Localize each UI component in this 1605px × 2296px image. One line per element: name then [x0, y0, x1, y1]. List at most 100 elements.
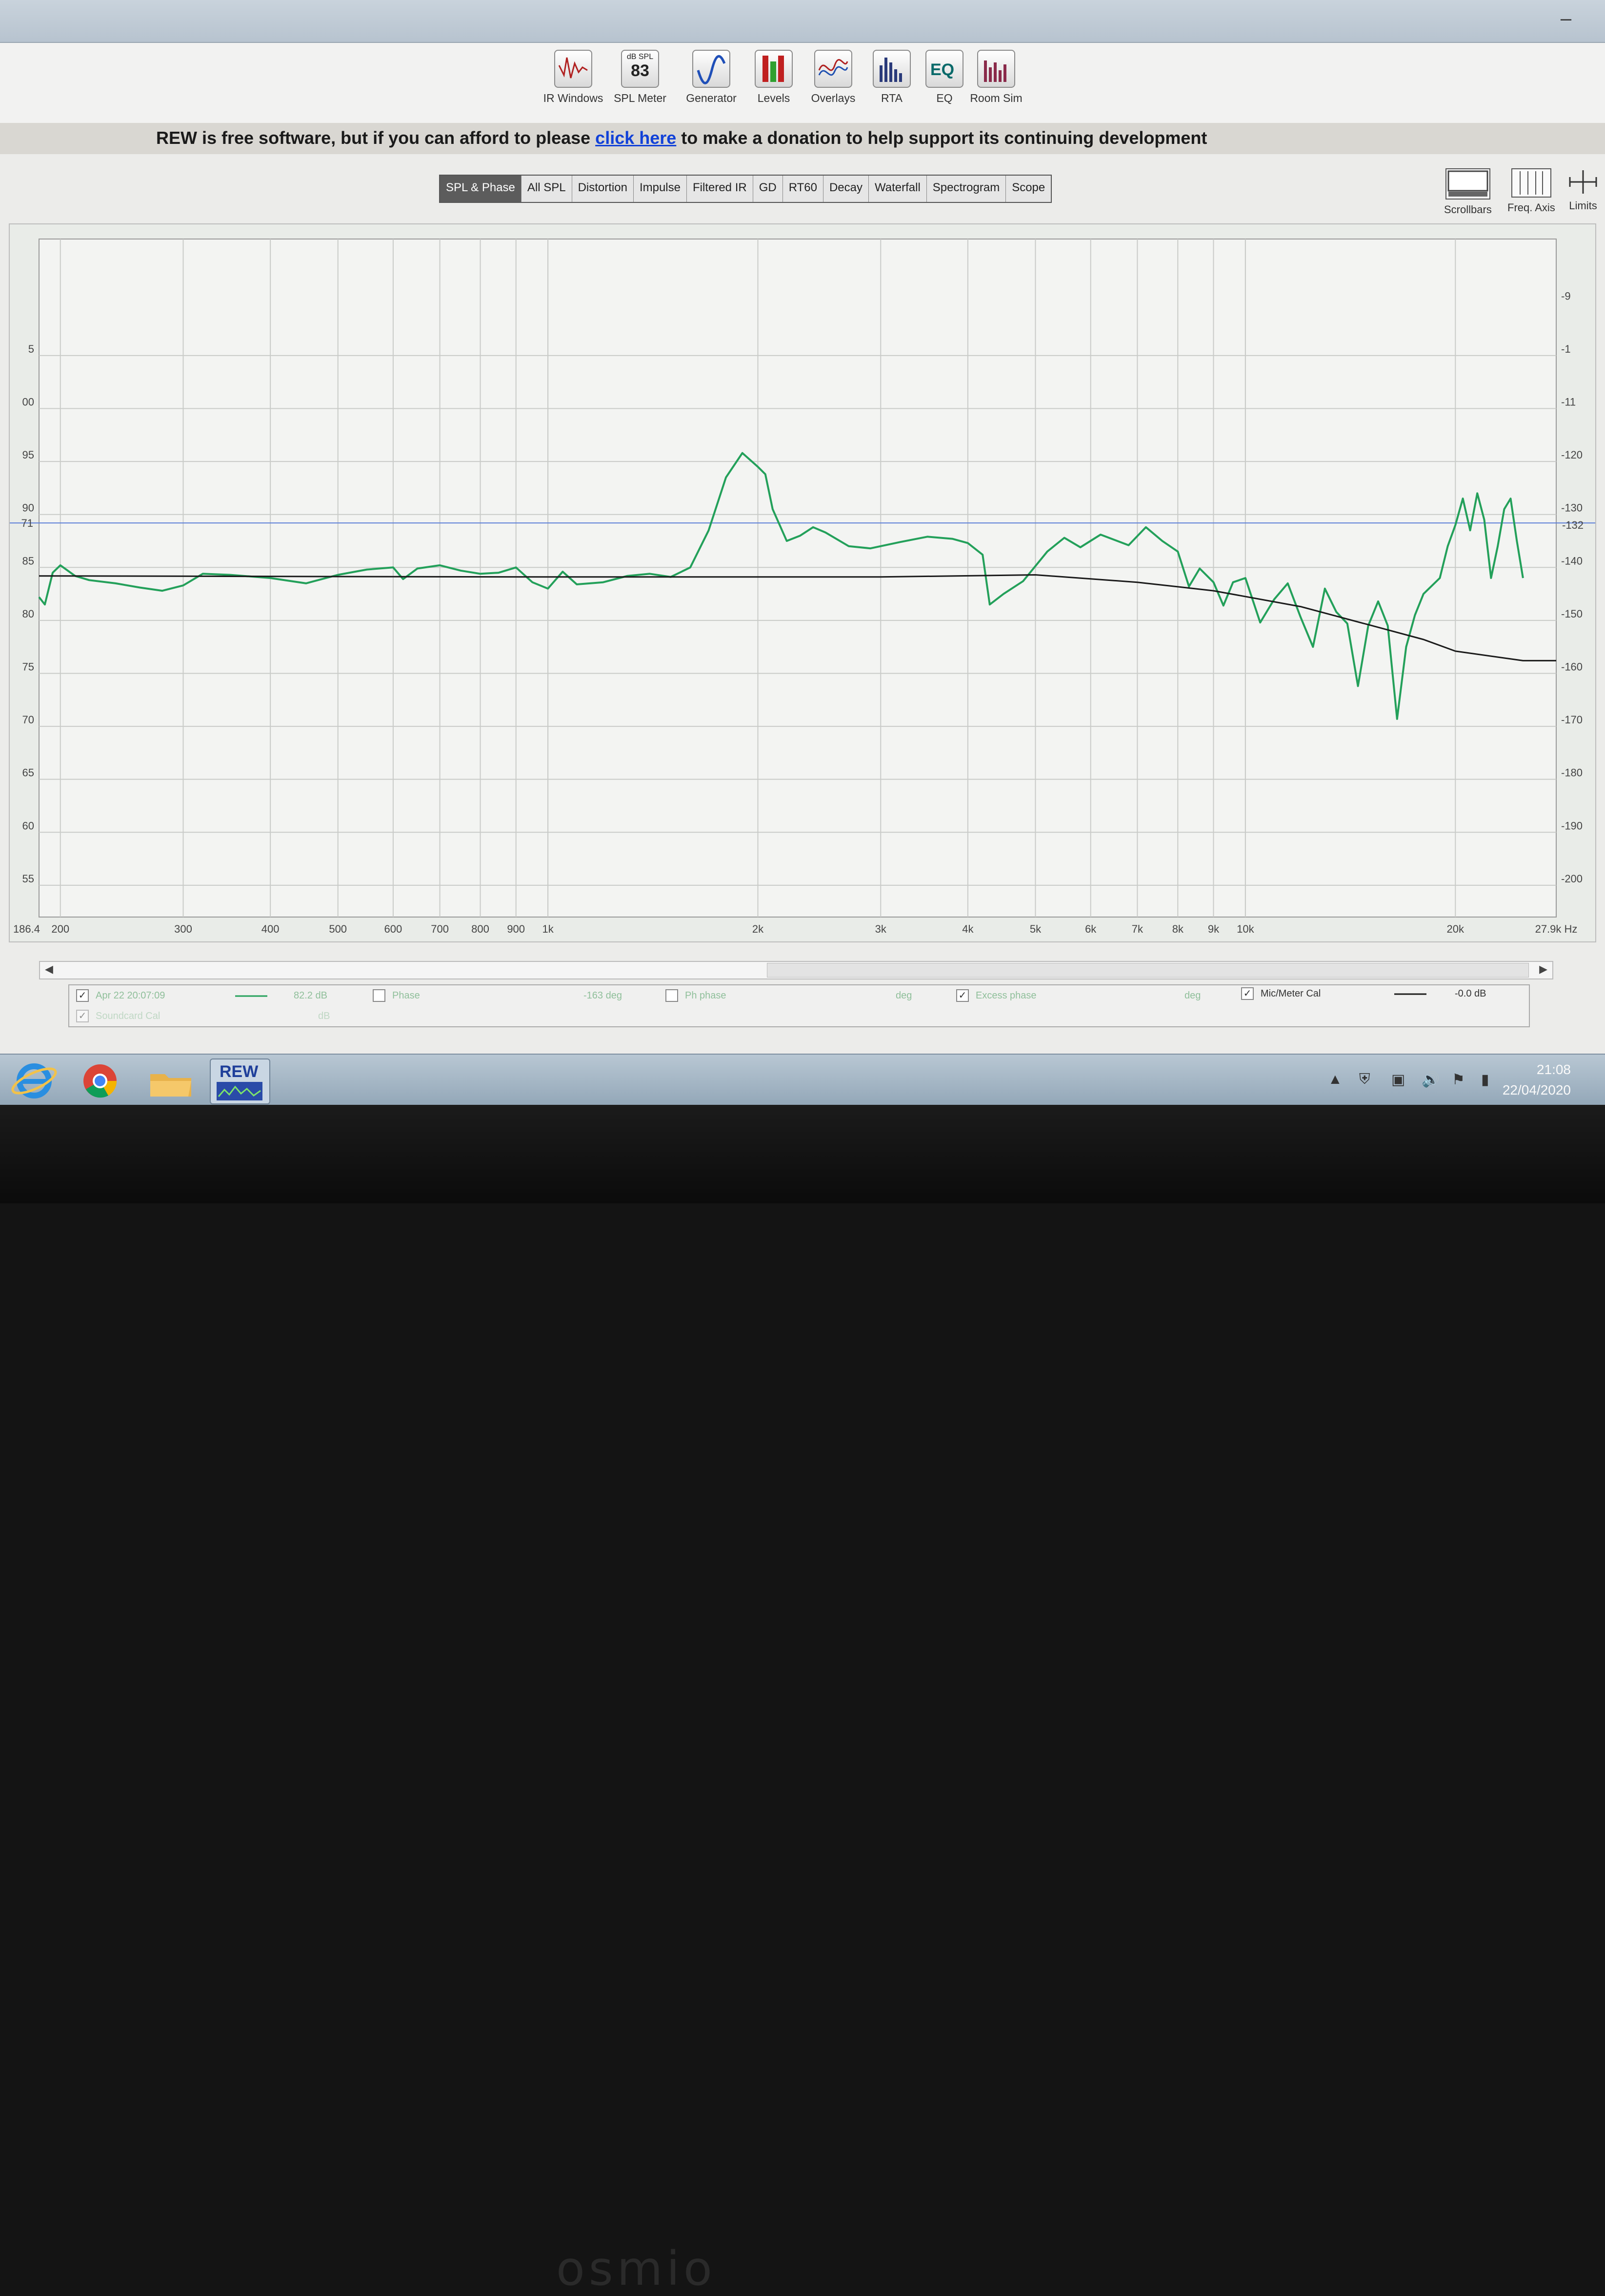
- donation-link[interactable]: click here: [595, 128, 676, 148]
- cursor-level-right: -132: [1562, 519, 1584, 531]
- tray-signal-icon[interactable]: ▮: [1481, 1071, 1489, 1088]
- legend-measurement-name: Apr 22 20:07:09: [96, 990, 165, 1001]
- cursor-level-left: 71: [21, 517, 33, 529]
- scrollbar-thumb[interactable]: [767, 963, 1529, 978]
- x-tick-label: 900: [507, 923, 525, 935]
- legend-check-soundcard-cal[interactable]: ✓: [76, 1010, 89, 1022]
- generator-button[interactable]: Generator: [677, 50, 745, 105]
- x-tick-label: 700: [431, 923, 449, 935]
- tab-filtered-ir[interactable]: Filtered IR: [687, 176, 753, 202]
- y-left-tick-label: 85: [22, 555, 34, 567]
- tab-waterfall[interactable]: Waterfall: [869, 176, 927, 202]
- x-tick-label: 400: [261, 923, 280, 935]
- graph-tabs: SPL & Phase All SPL Distortion Impulse F…: [439, 175, 1052, 203]
- legend-check-mic-cal[interactable]: ✓: [1241, 987, 1254, 1000]
- scroll-right-icon[interactable]: ▶: [1539, 963, 1547, 976]
- overlays-button[interactable]: Overlays: [799, 50, 867, 105]
- y-right-tick-label: -200: [1561, 873, 1583, 885]
- tab-rt60[interactable]: RT60: [783, 176, 823, 202]
- y-right-tick-label: -1: [1561, 343, 1571, 355]
- tab-spectrogram[interactable]: Spectrogram: [927, 176, 1006, 202]
- legend-min-phase-name: Ph phase: [685, 990, 726, 1001]
- minimize-icon[interactable]: –: [1556, 9, 1576, 28]
- freq-axis-label: Freq. Axis: [1507, 201, 1555, 214]
- clock-date: 22/04/2020: [1502, 1082, 1571, 1098]
- legend-soundcard-cal-name: Soundcard Cal: [96, 1011, 160, 1021]
- x-tick-label: 1k: [542, 923, 554, 935]
- tab-distortion[interactable]: Distortion: [572, 176, 634, 202]
- legend-check-excess-phase[interactable]: ✓: [956, 989, 969, 1002]
- room-sim-button[interactable]: Room Sim: [962, 50, 1030, 105]
- y-left-tick-label: 5: [28, 343, 34, 355]
- tray-expand-icon[interactable]: ▲: [1328, 1071, 1343, 1088]
- rew-taskbar-label: REW: [220, 1062, 259, 1081]
- x-tick-label: 200: [51, 923, 69, 935]
- spl-graph[interactable]: 200 300 400 500 600 700 800 900 1k 2k 3k 4k 5k 6k 7k 8k…: [10, 224, 1595, 941]
- screen: – IR Windows dB SPL 83 SPL Meter Generat…: [0, 0, 1605, 1105]
- taskbar: REW ▲ ⛨ ▣ 🔊 ⚑ ▮ 21:08 22/04/2020: [0, 1054, 1605, 1105]
- chrome-icon[interactable]: [71, 1058, 129, 1102]
- overlays-label: Overlays: [811, 92, 856, 104]
- tab-spl-phase[interactable]: SPL & Phase: [440, 176, 522, 202]
- main-toolbar: IR Windows dB SPL 83 SPL Meter Generator…: [0, 43, 1605, 123]
- room-sim-label: Room Sim: [970, 92, 1023, 104]
- limits-icon: [1567, 168, 1599, 196]
- legend-phase-value: -163 deg: [583, 990, 622, 1001]
- tab-scope[interactable]: Scope: [1006, 176, 1051, 202]
- freq-axis-button[interactable]: Freq. Axis: [1507, 168, 1555, 214]
- y-right-tick-label: -190: [1561, 819, 1583, 832]
- scrollbars-label: Scrollbars: [1444, 203, 1492, 216]
- scroll-left-icon[interactable]: ◀: [45, 963, 53, 976]
- x-start-label: 186.4: [13, 923, 40, 935]
- legend-check-phase[interactable]: [373, 989, 385, 1002]
- tray-volume-icon[interactable]: 🔊: [1422, 1071, 1440, 1088]
- tab-impulse[interactable]: Impulse: [634, 176, 687, 202]
- spl-meter-unit: dB SPL: [626, 53, 654, 61]
- window-title-bar: –: [0, 0, 1605, 43]
- legend-measurement-swatch: [235, 995, 267, 997]
- legend-excess-phase-name: Excess phase: [976, 990, 1037, 1001]
- x-tick-label: 800: [471, 923, 489, 935]
- x-tick-label: 4k: [962, 923, 974, 935]
- legend-measurement-value: 82.2 dB: [294, 990, 327, 1001]
- eq-icon: EQ: [925, 50, 963, 88]
- tray-display-icon[interactable]: ▣: [1391, 1071, 1405, 1088]
- limits-button[interactable]: Limits: [1567, 168, 1599, 212]
- tray-security-icon[interactable]: ⛨: [1359, 1071, 1370, 1088]
- graph-legend: ✓ Apr 22 20:07:09 82.2 dB Phase -163 deg…: [68, 984, 1530, 1027]
- rew-icon[interactable]: REW: [210, 1058, 270, 1104]
- y-left-tick-label: 95: [22, 449, 34, 461]
- ir-windows-button[interactable]: IR Windows: [539, 50, 607, 105]
- tab-decay[interactable]: Decay: [823, 176, 869, 202]
- y-left-tick-label: 00: [22, 396, 34, 408]
- folder-icon[interactable]: [141, 1058, 200, 1102]
- x-tick-label: 300: [174, 923, 192, 935]
- levels-icon: [755, 50, 793, 88]
- y-left-tick-label: 90: [22, 502, 34, 514]
- ir-windows-icon: [554, 50, 592, 88]
- levels-button[interactable]: Levels: [740, 50, 808, 105]
- generator-icon: [692, 50, 730, 88]
- y-left-tick-label: 75: [22, 660, 34, 673]
- tray-network-icon[interactable]: ⚑: [1452, 1071, 1465, 1088]
- clock-time: 21:08: [1536, 1062, 1571, 1077]
- laptop-brand-logo: osmio: [556, 2241, 716, 2296]
- tab-all-spl[interactable]: All SPL: [522, 176, 572, 202]
- x-tick-label: 10k: [1237, 923, 1254, 935]
- x-tick-label: 5k: [1030, 923, 1042, 935]
- legend-check-measurement[interactable]: ✓: [76, 989, 89, 1002]
- scrollbars-button[interactable]: Scrollbars: [1444, 168, 1492, 216]
- taskbar-clock[interactable]: 21:08 22/04/2020: [1503, 1059, 1571, 1100]
- room-sim-icon: [977, 50, 1015, 88]
- graph-scrollbar[interactable]: ◀ ▶: [39, 961, 1553, 979]
- x-tick-label: 600: [384, 923, 402, 935]
- internet-explorer-icon[interactable]: [5, 1058, 63, 1102]
- tab-gd[interactable]: GD: [753, 176, 783, 202]
- spl-meter-button[interactable]: dB SPL 83 SPL Meter: [606, 50, 674, 105]
- x-tick-label: 20k: [1447, 923, 1465, 935]
- x-tick-label: 2k: [752, 923, 764, 935]
- legend-check-min-phase[interactable]: [665, 989, 678, 1002]
- graph-panel[interactable]: 200 300 400 500 600 700 800 900 1k 2k 3k 4k 5k 6k 7k 8k…: [9, 223, 1596, 942]
- levels-label: Levels: [757, 92, 790, 104]
- generator-label: Generator: [686, 92, 737, 104]
